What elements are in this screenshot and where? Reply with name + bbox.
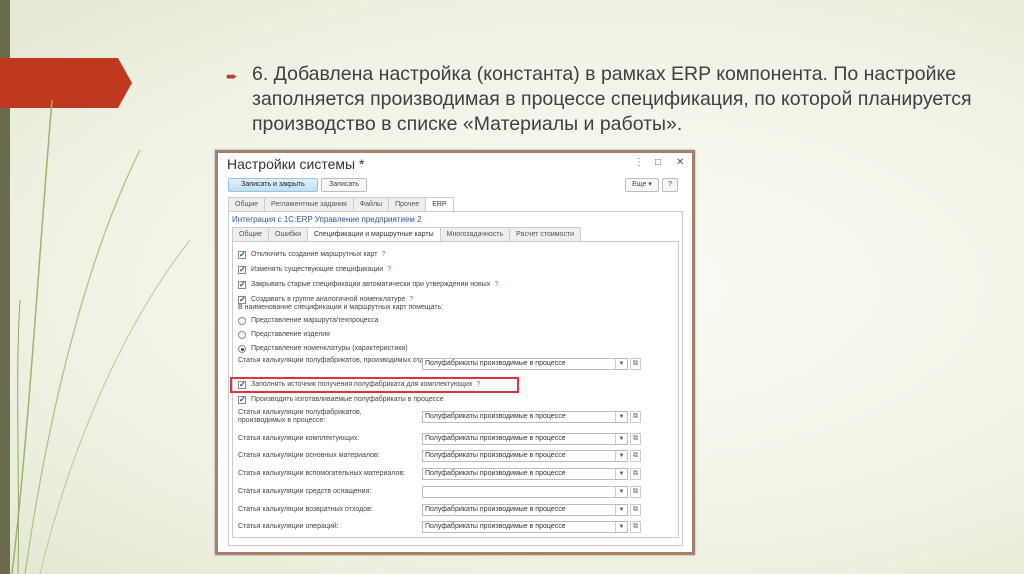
arrow-bullet-icon: ➨ xyxy=(226,68,238,84)
window-title: Настройки системы * xyxy=(227,156,365,172)
radio-label: Представление номенклатуры (характеристи… xyxy=(251,345,408,352)
costing-row-field[interactable]: Полуфабрикаты производимые в процессе ▼ xyxy=(422,450,628,462)
dropdown-arrow-icon[interactable]: ▼ xyxy=(615,522,627,532)
dropdown-arrow-icon[interactable]: ▼ xyxy=(615,469,627,479)
costing-row-field[interactable]: Полуфабрикаты производимые в процессе ▼ xyxy=(422,521,628,533)
option-text: Создавать в группе аналогичной номенклат… xyxy=(251,296,406,303)
option-checkbox[interactable]: ✓ xyxy=(238,251,246,259)
subtab-multitask[interactable]: Многозадачность xyxy=(439,227,511,241)
costing-row-field[interactable]: Полуфабрикаты производимые в процессе ▼ xyxy=(422,504,628,516)
dropdown-arrow-icon[interactable]: ▼ xyxy=(615,359,627,369)
fill-source-text: Заполнять источник получения полуфабрика… xyxy=(251,381,473,388)
naming-label: В наименование спецификации и маршрутных… xyxy=(238,304,444,311)
costing-row-field[interactable]: ▼ xyxy=(422,486,628,498)
option-label: Изменять существующие спецификации? xyxy=(251,266,391,273)
subtab-specs[interactable]: Спецификации и маршрутные карты xyxy=(306,227,441,242)
option-checkbox[interactable]: ✓ xyxy=(238,266,246,274)
radio-label: Представление изделия xyxy=(251,331,330,338)
costing-row-value: Полуфабрикаты производимые в процессе xyxy=(425,470,566,477)
subtab-general[interactable]: Общие xyxy=(232,227,270,241)
fill-source-label: Заполнять источник получения полуфабрика… xyxy=(251,381,480,388)
tab-erp[interactable]: ERP xyxy=(425,197,454,212)
slide-decoration xyxy=(0,0,191,574)
naming-radio[interactable] xyxy=(238,331,246,339)
tab-scheduled[interactable]: Регламентные задания xyxy=(264,197,354,211)
costing-row-value: Полуфабрикаты производимые в процессе xyxy=(425,506,566,513)
row-separate-label: Статья калькуляции полуфабрикатов, произ… xyxy=(238,357,445,364)
row-separate-field[interactable]: Полуфабрикаты производимые в процессе ▼ xyxy=(422,358,628,370)
close-icon[interactable]: ✕ xyxy=(676,157,684,168)
open-icon[interactable]: ⧉ xyxy=(630,486,641,498)
save-close-button[interactable]: Записать и закрыть xyxy=(228,178,318,192)
more-menu-icon[interactable]: ⋮ xyxy=(634,157,644,168)
save-button[interactable]: Записать xyxy=(321,178,367,192)
dropdown-arrow-icon[interactable]: ▼ xyxy=(615,412,627,422)
dropdown-arrow-icon[interactable]: ▼ xyxy=(615,505,627,515)
open-icon[interactable]: ⧉ xyxy=(630,450,641,462)
produce-checkbox[interactable]: ✓ xyxy=(238,396,246,404)
slide-text: 6. Добавлена настройка (константа) в рам… xyxy=(252,63,972,135)
option-label: Закрывать старые спецификации автоматиче… xyxy=(251,281,498,288)
costing-row-field[interactable]: Полуфабрикаты производимые в процессе ▼ xyxy=(422,411,628,423)
open-icon[interactable]: ⧉ xyxy=(630,411,641,423)
help-icon[interactable]: ? xyxy=(476,381,480,388)
help-icon[interactable]: ? xyxy=(382,251,386,258)
naming-radio[interactable] xyxy=(238,345,246,353)
costing-row-label: Статья калькуляции операций: xyxy=(238,523,339,530)
title-banner xyxy=(0,58,132,108)
radio-label: Представление маршрута/техпроцесса xyxy=(251,317,379,324)
costing-row-label: Статья калькуляции возвратных отходов: xyxy=(238,506,373,513)
option-text: Закрывать старые спецификации автоматиче… xyxy=(251,281,491,288)
help-button[interactable]: ? xyxy=(662,178,678,192)
tab-other[interactable]: Прочее xyxy=(388,197,427,211)
costing-row-label: Статья калькуляции комплектующих: xyxy=(238,435,360,442)
subtab-errors[interactable]: Ошибки xyxy=(268,227,308,241)
costing-row-value: Полуфабрикаты производимые в процессе xyxy=(425,413,566,420)
open-icon[interactable]: ⧉ xyxy=(630,521,641,533)
tab-general[interactable]: Общие xyxy=(228,197,266,211)
costing-row-value: Полуфабрикаты производимые в процессе xyxy=(425,435,566,442)
dropdown-arrow-icon[interactable]: ▼ xyxy=(615,487,627,497)
help-icon[interactable]: ? xyxy=(409,296,413,303)
more-button[interactable]: Еще ▾ xyxy=(625,178,659,192)
tab-files[interactable]: Файлы xyxy=(352,197,390,211)
more-label: Еще xyxy=(632,181,647,188)
open-icon[interactable]: ⧉ xyxy=(630,433,641,445)
costing-row-label: Статья калькуляции основных материалов: xyxy=(238,452,380,459)
dropdown-arrow-icon[interactable]: ▼ xyxy=(615,451,627,461)
fill-source-checkbox[interactable]: ✓ xyxy=(238,381,246,389)
row-separate-value: Полуфабрикаты производимые в процессе xyxy=(425,360,566,367)
subtab-costing[interactable]: Расчет стоимости xyxy=(509,227,582,241)
costing-row-value: Полуфабрикаты производимые в процессе xyxy=(425,452,566,459)
option-text: Изменять существующие спецификации xyxy=(251,266,384,273)
option-label: Создавать в группе аналогичной номенклат… xyxy=(251,296,413,303)
produce-label: Производить изготавливаемые полуфабрикат… xyxy=(251,396,444,403)
help-icon[interactable]: ? xyxy=(387,266,391,273)
costing-row-label: Статья калькуляции полуфабрикатов, произ… xyxy=(238,409,362,424)
option-label: Отключить создание маршрутных карт? xyxy=(251,251,385,258)
open-icon[interactable]: ⧉ xyxy=(630,358,641,370)
costing-row-value: Полуфабрикаты производимые в процессе xyxy=(425,523,566,530)
costing-row-field[interactable]: Полуфабрикаты производимые в процессе ▼ xyxy=(422,468,628,480)
option-checkbox[interactable]: ✓ xyxy=(238,296,246,304)
option-text: Отключить создание маршрутных карт xyxy=(251,251,378,258)
open-icon[interactable]: ⧉ xyxy=(630,468,641,480)
help-icon[interactable]: ? xyxy=(494,281,498,288)
costing-row-label: Статья калькуляции средств оснащения: xyxy=(238,488,372,495)
naming-radio[interactable] xyxy=(238,317,246,325)
costing-row-label: Статья калькуляции вспомогательных матер… xyxy=(238,470,406,477)
costing-row-field[interactable]: Полуфабрикаты производимые в процессе ▼ xyxy=(422,433,628,445)
open-icon[interactable]: ⧉ xyxy=(630,504,641,516)
settings-window: Настройки системы * ⋮ □ ✕ Записать и зак… xyxy=(215,150,695,555)
dropdown-arrow-icon[interactable]: ▼ xyxy=(615,434,627,444)
integration-title: Интеграция с 1С:ERP Управление предприят… xyxy=(232,215,422,224)
option-checkbox[interactable]: ✓ xyxy=(238,281,246,289)
maximize-icon[interactable]: □ xyxy=(655,157,661,168)
